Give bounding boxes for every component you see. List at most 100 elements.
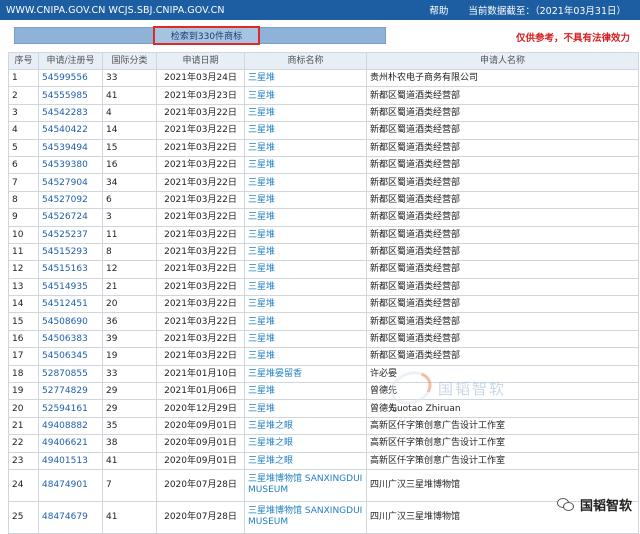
table-row[interactable]: 19 52774829 29 2021年01月06日 三星堆 曾德先 — [8, 382, 639, 401]
table-row[interactable]: 16 54506383 39 2021年03月22日 三星堆 新都区蜀道酒类经营部 — [8, 329, 639, 349]
row-reg-number[interactable]: 52870855 — [38, 364, 103, 384]
table-row[interactable]: 4 54540422 14 2021年03月22日 三星堆 新都区蜀道酒类经营部 — [8, 121, 639, 140]
row-reg-number[interactable]: 54525237 — [38, 225, 103, 244]
row-reg-number[interactable]: 54515163 — [38, 260, 103, 279]
row-date: 2021年03月22日 — [156, 103, 245, 123]
col-class[interactable]: 国际分类 — [102, 52, 157, 70]
row-reg-number[interactable]: 54506383 — [38, 329, 103, 349]
row-mark-name[interactable]: 三星堆之眼 — [244, 434, 367, 453]
row-date: 2021年03月22日 — [156, 277, 245, 297]
table-row[interactable]: 18 52870855 33 2021年01月10日 三星堆晏留香 许必晏 — [8, 364, 639, 384]
table-row[interactable]: 12 54515163 12 2021年03月22日 三星堆 新都区蜀道酒类经营部 — [8, 260, 639, 279]
table-row[interactable]: 13 54514935 21 2021年03月22日 三星堆 新都区蜀道酒类经营部 — [8, 277, 639, 297]
table-row[interactable]: 7 54527904 34 2021年03月22日 三星堆 新都区蜀道酒类经营部 — [8, 173, 639, 192]
row-mark-name[interactable]: 三星堆 — [244, 121, 367, 140]
table-row[interactable]: 24 48474901 7 2020年07月28日 三星堆博物馆 SANXINGDUI … — [8, 468, 639, 502]
table-row[interactable]: 20 52594161 29 2020年12月29日 三星堆 曾德先 — [8, 399, 639, 418]
row-mark-name[interactable]: 三星堆 — [244, 155, 367, 175]
row-reg-number[interactable]: 54542283 — [38, 103, 103, 123]
row-mark-name[interactable]: 三星堆之眼 — [244, 416, 367, 436]
row-reg-number[interactable]: 54540422 — [38, 121, 103, 140]
row-reg-number[interactable]: 54514935 — [38, 277, 103, 297]
disclaimer: 仅供参考，不具有法律效力 — [515, 33, 630, 44]
row-mark-name[interactable]: 三星堆 — [244, 347, 367, 366]
top-bar: WWW.CNIPA.GOV.CN WCJS.SBJ.CNIPA.GOV.CN 帮… — [0, 0, 640, 20]
table-row[interactable]: 9 54526724 3 2021年03月22日 三星堆 新都区蜀道酒类经营部 — [8, 208, 639, 227]
table-row[interactable]: 14 54512451 20 2021年03月22日 三星堆 新都区蜀道酒类经营部 — [8, 295, 639, 314]
row-mark-name[interactable]: 三星堆晏留香 — [244, 364, 367, 384]
table-header: 序号 申请/注册号 国际分类 申请日期 商标名称 申请人名称 — [8, 52, 639, 70]
row-reg-number[interactable]: 54539494 — [38, 138, 103, 157]
table-row[interactable]: 1 54599556 33 2021年03月24日 三星堆 贵州朴农电子商务有限公司 — [8, 68, 639, 88]
row-mark-name[interactable]: 三星堆 — [244, 242, 367, 262]
table-row[interactable]: 15 54508690 36 2021年03月22日 三星堆 新都区蜀道酒类经营部 — [8, 312, 639, 331]
row-mark-name[interactable]: 三星堆 — [244, 138, 367, 157]
table-row[interactable]: 5 54539494 15 2021年03月22日 三星堆 新都区蜀道酒类经营部 — [8, 138, 639, 157]
row-mark-name[interactable]: 三星堆 — [244, 68, 367, 88]
row-reg-number[interactable]: 49406621 — [38, 434, 103, 453]
row-mark-name[interactable]: 三星堆 — [244, 86, 367, 105]
row-applicant: 贵州朴农电子商务有限公司 — [366, 68, 639, 88]
table-row[interactable]: 21 49408882 35 2020年09月01日 三星堆之眼 高新区仟字策创意广告设计… — [8, 416, 639, 436]
row-mark-name[interactable]: 三星堆 — [244, 260, 367, 279]
col-applicant[interactable]: 申请人名称 — [366, 52, 639, 70]
table-row[interactable]: 17 54506345 19 2021年03月22日 三星堆 新都区蜀道酒类经营部 — [8, 347, 639, 366]
account-badge: 国韬智软 — [556, 495, 632, 514]
table-row[interactable]: 10 54525237 11 2021年03月22日 三星堆 新都区蜀道酒类经营部 — [8, 225, 639, 244]
col-index[interactable]: 序号 — [8, 52, 39, 70]
row-index: 12 — [8, 260, 39, 279]
row-reg-number[interactable]: 54527092 — [38, 190, 103, 210]
row-mark-name[interactable]: 三星堆之眼 — [244, 451, 367, 470]
result-count-button[interactable]: 检索到330件商标 — [153, 26, 260, 45]
row-mark-name[interactable]: 三星堆 — [244, 312, 367, 331]
row-mark-name[interactable]: 三星堆博物馆 SANXINGDUI MUSEUM — [244, 468, 367, 502]
row-mark-name[interactable]: 三星堆 — [244, 399, 367, 418]
table-row[interactable]: 2 54555985 41 2021年03月23日 三星堆 新都区蜀道酒类经营部 — [8, 86, 639, 105]
table-row[interactable]: 6 54539380 16 2021年03月22日 三星堆 新都区蜀道酒类经营部 — [8, 155, 639, 175]
row-mark-name[interactable]: 三星堆 — [244, 277, 367, 297]
row-reg-number[interactable]: 54515293 — [38, 242, 103, 262]
row-mark-name[interactable]: 三星堆 — [244, 103, 367, 123]
table-row[interactable]: 3 54542283 4 2021年03月22日 三星堆 新都区蜀道酒类经营部 — [8, 103, 639, 123]
row-reg-number[interactable]: 54512451 — [38, 295, 103, 314]
row-applicant: 高新区仟字策创意广告设计工作室 — [366, 416, 639, 436]
help-link[interactable]: 帮助 — [429, 3, 448, 17]
row-reg-number[interactable]: 54599556 — [38, 68, 103, 88]
row-reg-number[interactable]: 54506345 — [38, 347, 103, 366]
row-mark-name[interactable]: 三星堆 — [244, 173, 367, 192]
row-mark-name[interactable]: 三星堆 — [244, 190, 367, 210]
row-class: 16 — [102, 155, 157, 175]
row-index: 19 — [8, 382, 39, 401]
row-class: 39 — [102, 329, 157, 349]
row-mark-name[interactable]: 三星堆 — [244, 295, 367, 314]
row-reg-number[interactable]: 48474901 — [38, 468, 103, 502]
row-reg-number[interactable]: 54539380 — [38, 155, 103, 175]
row-reg-number[interactable]: 52774829 — [38, 382, 103, 401]
row-reg-number[interactable]: 52594161 — [38, 399, 103, 418]
row-class: 11 — [102, 225, 157, 244]
table-row[interactable]: 22 49406621 38 2020年09月01日 三星堆之眼 高新区仟字策创意广告设计… — [8, 434, 639, 453]
table-row[interactable]: 11 54515293 8 2021年03月22日 三星堆 新都区蜀道酒类经营部 — [8, 242, 639, 262]
row-reg-number[interactable]: 54527904 — [38, 173, 103, 192]
table-row[interactable]: 23 49401513 41 2020年09月01日 三星堆之眼 高新区仟字策创意广告设计… — [8, 451, 639, 470]
table-row[interactable]: 25 48474679 41 2020年07月28日 三星堆博物馆 SANXINGDUI… — [8, 500, 639, 534]
row-mark-name[interactable]: 三星堆 — [244, 208, 367, 227]
row-mark-name[interactable]: 三星堆博物馆 SANXINGDUI MUSEUM — [244, 500, 367, 534]
row-reg-number[interactable]: 49401513 — [38, 451, 103, 470]
row-applicant: 新都区蜀道酒类经营部 — [366, 208, 639, 227]
row-reg-number[interactable]: 54555985 — [38, 86, 103, 105]
table-row[interactable]: 8 54527092 6 2021年03月22日 三星堆 新都区蜀道酒类经营部 — [8, 190, 639, 210]
col-mark-name[interactable]: 商标名称 — [244, 52, 367, 70]
col-date[interactable]: 申请日期 — [156, 52, 245, 70]
col-reg-number[interactable]: 申请/注册号 — [38, 52, 103, 70]
row-mark-name[interactable]: 三星堆 — [244, 382, 367, 401]
row-mark-name[interactable]: 三星堆 — [244, 225, 367, 244]
row-reg-number[interactable]: 54526724 — [38, 208, 103, 227]
row-mark-name[interactable]: 三星堆 — [244, 329, 367, 349]
row-reg-number[interactable]: 54508690 — [38, 312, 103, 331]
row-reg-number[interactable]: 49408882 — [38, 416, 103, 436]
row-index: 3 — [8, 103, 39, 123]
row-index: 16 — [8, 329, 39, 349]
site-url: WWW.CNIPA.GOV.CN WCJS.SBJ.CNIPA.GOV.CN — [6, 4, 225, 16]
row-reg-number[interactable]: 48474679 — [38, 500, 103, 534]
